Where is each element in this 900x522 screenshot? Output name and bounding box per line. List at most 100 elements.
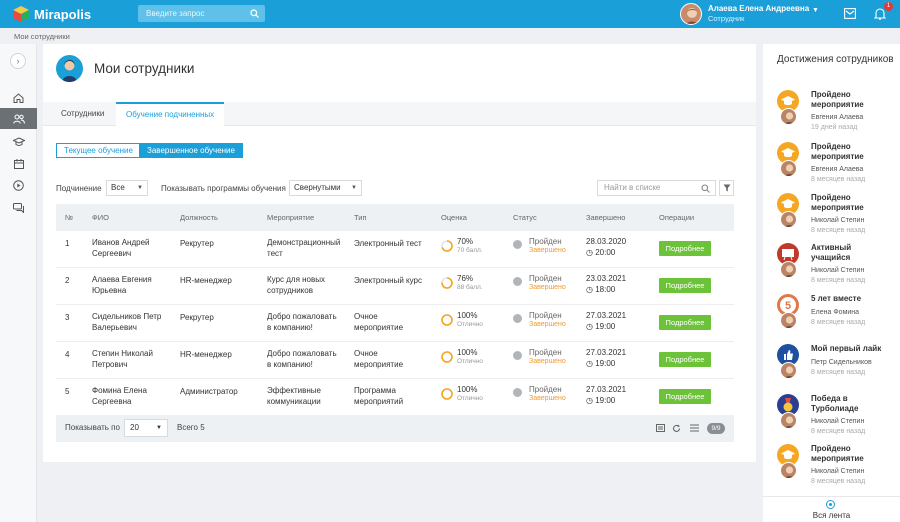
status-icon	[513, 240, 522, 249]
status-icon	[513, 314, 522, 323]
achievement-title: Победа в Турболиаде	[811, 394, 896, 414]
list-search-input[interactable]: Найти в списке	[597, 180, 716, 196]
event-type: Электронный курс	[354, 276, 422, 285]
achievement-person[interactable]: Елена Фомина	[811, 308, 859, 317]
details-button[interactable]: Подробнее	[659, 241, 711, 256]
col-num[interactable]: №	[65, 204, 73, 231]
achievement-item[interactable]: Победа в Турболиаде Николай Степин 8 месяце…	[763, 394, 900, 444]
export-icon[interactable]	[656, 424, 665, 432]
user-avatar[interactable]	[680, 3, 702, 25]
feed-link[interactable]: Вся лента	[763, 496, 900, 522]
achievement-time: 8 месяцев назад	[811, 227, 866, 234]
achievement-title-line: мероприятие	[811, 100, 864, 109]
table-header: № ФИО Должность Мероприятие Тип Оценка С…	[56, 204, 734, 231]
rail-chat[interactable]	[0, 197, 37, 218]
page-size-select[interactable]: 20 ▼	[124, 419, 168, 437]
achievement-item[interactable]: Мой первый лайк Петр Сидельников 8 месяцев…	[763, 344, 900, 394]
achievement-person[interactable]: Николай Степин	[811, 467, 864, 476]
achievement-title: Мой первый лайк	[811, 344, 896, 354]
global-search-placeholder: Введите запрос	[146, 9, 205, 18]
achievement-item[interactable]: Пройдено мероприятие Евгения Алаева 8 месяц…	[763, 142, 900, 192]
logo[interactable]: Mirapolis	[12, 5, 91, 23]
mail-icon[interactable]	[844, 8, 856, 19]
col-type[interactable]: Тип	[354, 204, 367, 231]
details-button[interactable]: Подробнее	[659, 389, 711, 404]
completed-date: 23.03.2021	[586, 274, 627, 283]
achievement-title-line: мероприятие	[811, 203, 864, 212]
col-position[interactable]: Должность	[180, 204, 218, 231]
details-button[interactable]: Подробнее	[659, 315, 711, 330]
achievement-time: 8 месяцев назад	[811, 319, 866, 326]
programs-select[interactable]: Свернутыми ▼	[289, 180, 362, 196]
rail-home[interactable]	[0, 87, 37, 108]
completed-time-row: ◷ 19:00	[586, 322, 615, 332]
tab-subordinates-learning[interactable]: Обучение подчиненных	[116, 102, 225, 126]
achievement-title-line: Победа в	[811, 394, 848, 403]
refresh-icon[interactable]	[672, 424, 681, 433]
filter-icon	[723, 184, 731, 192]
achievement-title: Пройдено мероприятие	[811, 90, 896, 110]
segment-completed-learning[interactable]: Завершенное обучение	[139, 143, 243, 158]
filter-button[interactable]	[719, 180, 734, 196]
achievement-item[interactable]: Активный учащийся Николай Степин 8 месяцев …	[763, 243, 900, 293]
score-sub: 88 балл.	[457, 284, 483, 291]
page-title: Мои сотрудники	[94, 61, 195, 76]
feed-circle-icon	[826, 500, 835, 509]
rail-calendar[interactable]	[0, 153, 37, 174]
rail-employees[interactable]	[0, 108, 37, 129]
achievement-person[interactable]: Евгения Алаева	[811, 113, 863, 122]
employee-name: Иванов Андрей	[92, 238, 150, 247]
status-sub: Завершено	[529, 358, 566, 365]
achievement-item[interactable]: 5 5 лет вместе Елена Фомина 8 месяцев назад	[763, 294, 900, 344]
global-search-input[interactable]: Введите запрос	[138, 5, 265, 22]
row-number: 4	[65, 350, 70, 359]
search-icon[interactable]	[701, 184, 710, 193]
columns-icon[interactable]	[690, 424, 699, 432]
col-score[interactable]: Оценка	[441, 204, 467, 231]
col-event[interactable]: Мероприятие	[267, 204, 314, 231]
col-status[interactable]: Статус	[513, 204, 537, 231]
expand-rail-chevron-icon[interactable]: ›	[10, 53, 26, 69]
chevron-down-icon: ▼	[156, 425, 162, 431]
user-menu-chevron-icon[interactable]: ▼	[812, 7, 819, 14]
achievement-person[interactable]: Николай Степин	[811, 216, 864, 225]
achievement-title-line: Мой первый лайк	[811, 344, 882, 353]
row-number: 2	[65, 276, 70, 285]
total-count: Всего 5	[177, 423, 205, 432]
breadcrumb[interactable]: Мои сотрудники	[14, 32, 70, 41]
tab-employees[interactable]: Сотрудники	[51, 102, 114, 126]
status-text: Пройден	[529, 385, 562, 394]
achievement-person[interactable]: Николай Степин	[811, 266, 864, 275]
event-name: сотрудников	[267, 286, 313, 295]
score-value: 76%	[457, 274, 474, 283]
achievement-item[interactable]: Пройдено мероприятие Евгения Алаева 19 дней…	[763, 90, 900, 140]
programs-label: Показывать программы обучения	[161, 184, 286, 193]
event-name: коммуникации	[267, 397, 321, 406]
achievement-person[interactable]: Петр Сидельников	[811, 358, 872, 367]
col-completed[interactable]: Завершено	[586, 204, 625, 231]
employee-name: Фомина Елена	[92, 386, 147, 395]
achievement-item[interactable]: Пройдено мероприятие Николай Степин 8 месяц…	[763, 193, 900, 243]
achievement-person[interactable]: Евгения Алаева	[811, 165, 863, 174]
graduation-cap-icon	[12, 137, 25, 146]
col-name[interactable]: ФИО	[92, 204, 109, 231]
user-name[interactable]: Алаева Елена Андреевна	[708, 4, 809, 13]
subordination-select[interactable]: Все ▼	[106, 180, 148, 196]
details-button[interactable]: Подробнее	[659, 278, 711, 293]
details-button[interactable]: Подробнее	[659, 352, 711, 367]
status-text: Пройден	[529, 311, 562, 320]
employee-position: Рекрутер	[180, 313, 214, 322]
col-actions[interactable]: Операции	[659, 204, 694, 231]
rail-learning[interactable]	[0, 131, 37, 152]
employee-name: Юрьевна	[92, 286, 127, 295]
achievement-item[interactable]: Пройдено мероприятие Николай Степин 8 месяц…	[763, 444, 900, 494]
employee-name: Петрович	[92, 360, 128, 369]
avatar	[780, 211, 797, 228]
home-icon	[13, 92, 24, 103]
employee-name: Валерьевич	[92, 323, 137, 332]
achievement-person[interactable]: Николай Степин	[811, 417, 864, 426]
rail-media[interactable]	[0, 175, 37, 196]
chevron-down-icon: ▼	[137, 185, 143, 191]
segment-current-learning[interactable]: Текущее обучение	[56, 143, 141, 158]
search-icon[interactable]	[250, 9, 259, 18]
